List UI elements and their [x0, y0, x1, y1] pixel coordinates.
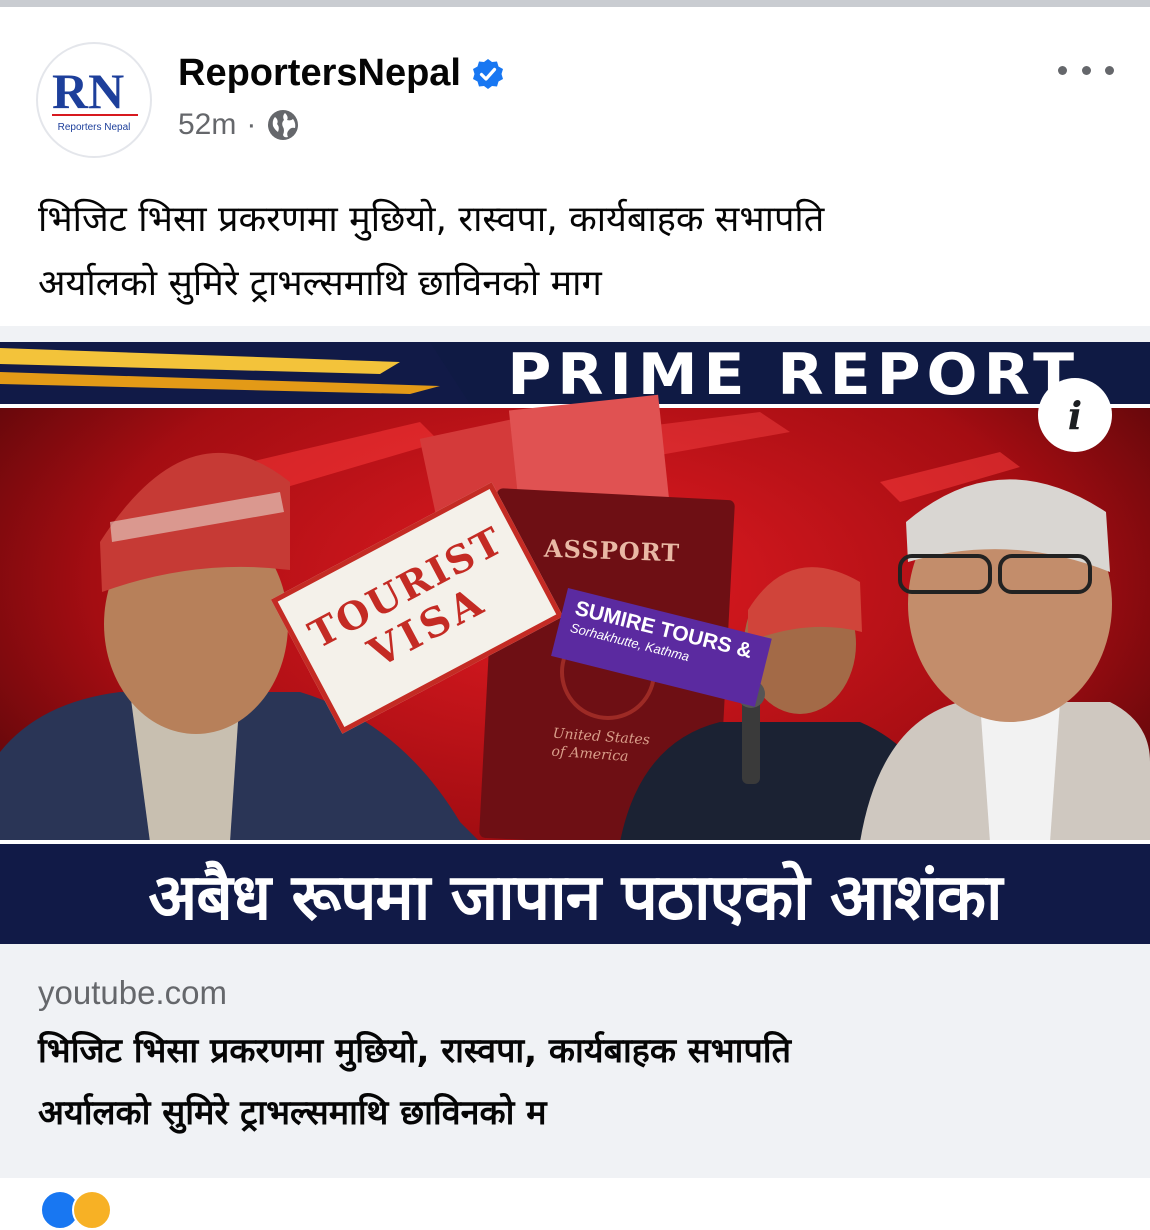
haha-reaction-icon — [72, 1190, 112, 1230]
passport-word: ASSPORT — [543, 533, 681, 568]
post-time[interactable]: 52m — [178, 108, 236, 142]
link-title-line: भिजिट भिसा प्रकरणमा मुछियो, रास्वपा, कार… — [38, 1031, 791, 1071]
info-button[interactable]: i — [1038, 378, 1112, 452]
media-separator — [0, 326, 1150, 342]
prime-report-banner: PRIME REPORT — [507, 342, 1080, 409]
globe-icon — [268, 110, 299, 140]
passport-country: United States of America — [551, 725, 651, 768]
thumbnail-headline: अबैध रूपमा जापान पठाएको आशंका — [0, 840, 1150, 944]
page-avatar[interactable]: RN Reporters Nepal — [36, 42, 152, 158]
link-title[interactable]: भिजिट भिसा प्रकरणमा मुछियो, रास्वपा, कार… — [38, 1020, 1118, 1144]
more-options-icon — [1058, 65, 1067, 75]
more-options-icon — [1105, 65, 1114, 75]
logo-caption: Reporters Nepal — [58, 122, 131, 133]
author-name[interactable]: ReportersNepal — [178, 52, 461, 95]
info-icon: i — [1067, 392, 1083, 438]
top-divider — [0, 0, 1150, 7]
logo-letter-r: RN — [52, 63, 124, 119]
post-author[interactable]: ReportersNepal — [178, 52, 505, 95]
more-options-icon — [1081, 65, 1091, 75]
reaction-icons[interactable] — [40, 1190, 112, 1230]
link-domain: youtube.com — [38, 974, 227, 1011]
post-text-line: भिजिट भिसा प्रकरणमा मुछियो, रास्वपा, कार… — [38, 199, 825, 240]
more-options-button[interactable] — [1058, 58, 1114, 82]
post-text: भिजिट भिसा प्रकरणमा मुछियो, रास्वपा, कार… — [38, 188, 1118, 316]
verified-badge-icon — [472, 58, 503, 89]
reporters-nepal-logo: RN Reporters Nepal — [52, 63, 138, 133]
link-title-line: अर्यालको सुमिरे ट्राभल्समाथि छाविनको म — [38, 1093, 547, 1133]
post-text-line: अर्यालको सुमिरे ट्राभल्समाथि छाविनको माग — [38, 263, 602, 304]
post-meta: 52m · — [178, 108, 300, 142]
meta-separator: · — [246, 108, 257, 141]
